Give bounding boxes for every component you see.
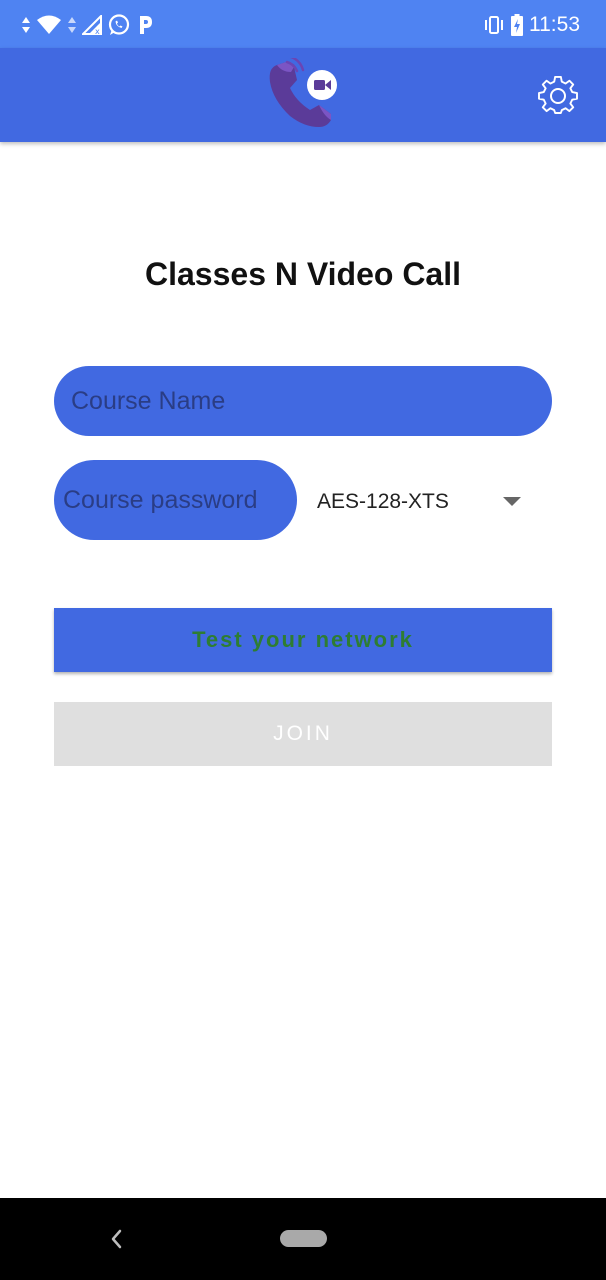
svg-text:x: x (95, 27, 100, 35)
data-arrows-icon (22, 15, 30, 35)
vibrate-icon (483, 15, 505, 35)
data-arrows-icon (68, 15, 76, 35)
join-button[interactable]: JOIN (54, 702, 552, 766)
dropdown-arrow-icon (503, 497, 521, 506)
wifi-icon (36, 15, 62, 35)
settings-button[interactable] (538, 75, 578, 116)
status-left-icons: x (22, 10, 154, 40)
encryption-mode-dropdown[interactable]: AES-128-XTS (317, 480, 527, 522)
whatsapp-icon (108, 14, 130, 36)
encryption-mode-value: AES-128-XTS (317, 490, 449, 513)
app-bar (0, 48, 606, 142)
gear-icon (538, 75, 578, 114)
signal-icon: x (82, 15, 102, 35)
app-logo (264, 54, 342, 130)
battery-charging-icon (511, 14, 523, 36)
status-time: 11:53 (529, 13, 580, 36)
page-title: Classes N Video Call (145, 256, 461, 292)
video-call-phone-icon (269, 54, 337, 127)
status-right-icons: 11:53 (483, 10, 580, 40)
course-password-input[interactable] (54, 460, 297, 540)
course-name-input[interactable] (54, 366, 552, 436)
home-pill-icon[interactable] (280, 1230, 327, 1247)
navigation-bar (0, 1198, 606, 1280)
status-bar: x 11:53 (0, 0, 606, 48)
back-chevron-icon (111, 1229, 122, 1249)
parking-app-icon (136, 14, 154, 36)
test-network-button[interactable]: Test your network (54, 608, 552, 672)
back-button[interactable] (104, 1224, 128, 1254)
